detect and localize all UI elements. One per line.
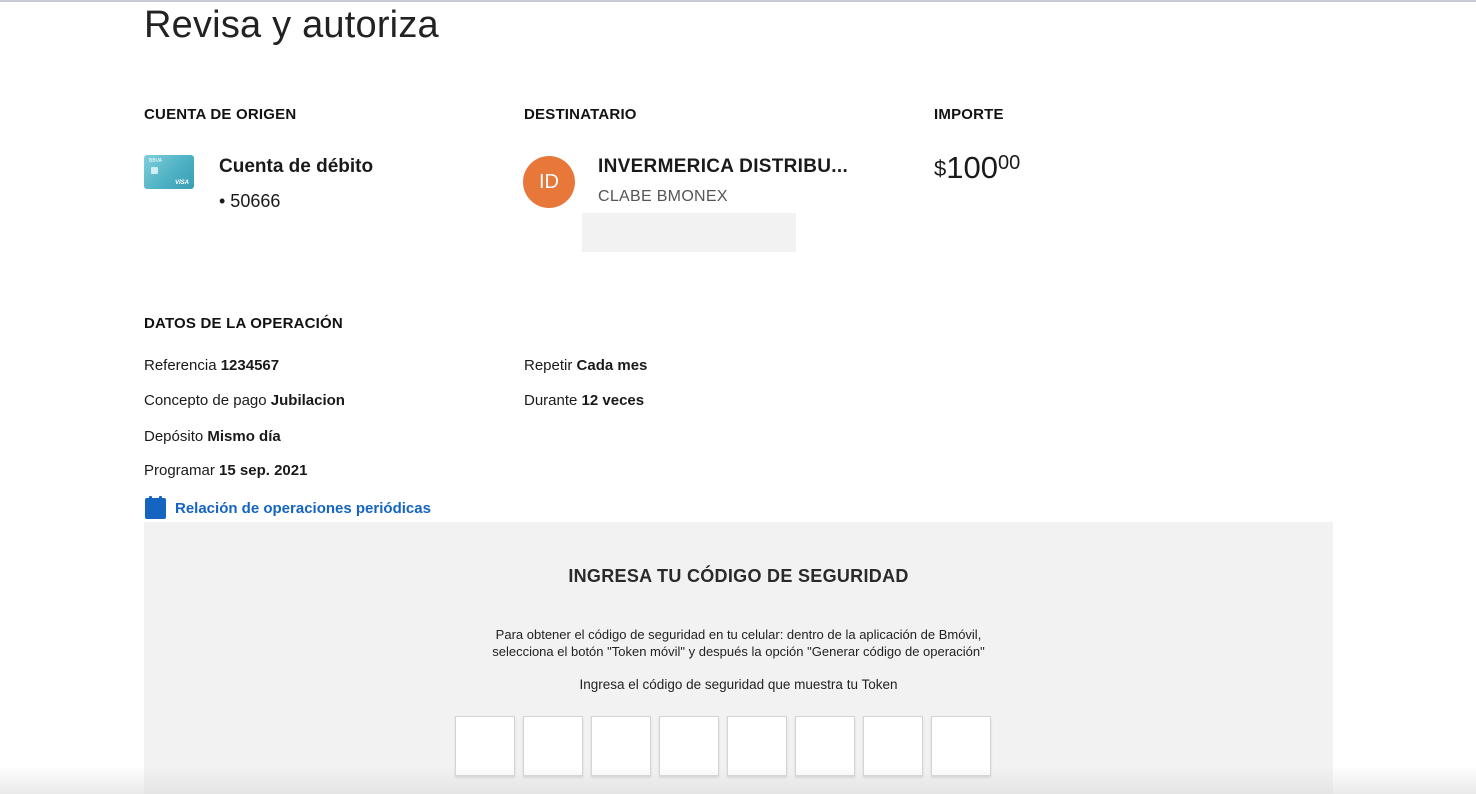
- security-instructions: Para obtener el código de seguridad en t…: [144, 626, 1333, 660]
- calendar-icon: [145, 496, 166, 519]
- operation-row-deposit: Depósito Mismo día: [144, 428, 281, 445]
- origin-account-name: Cuenta de débito: [219, 156, 374, 177]
- card-logo: BBVA: [149, 158, 162, 164]
- row-value: 1234567: [220, 357, 280, 374]
- recipient-name: INVERMERICA DISTRIBU...: [598, 156, 849, 177]
- operation-row-schedule: Programar 15 sep. 2021: [144, 462, 307, 479]
- row-label: Concepto de pago: [144, 392, 267, 409]
- recipient-avatar: ID: [523, 156, 575, 208]
- recipient-initials: ID: [539, 170, 559, 193]
- row-value: 12 veces: [581, 392, 645, 409]
- recipient-header: DESTINATARIO: [524, 106, 637, 123]
- row-label: Durante: [524, 392, 578, 409]
- card-brand: VISA: [174, 180, 189, 186]
- code-digit-8[interactable]: [931, 716, 991, 776]
- code-digit-5[interactable]: [727, 716, 787, 776]
- row-label: Depósito: [144, 428, 204, 445]
- row-label: Referencia: [144, 357, 217, 374]
- row-value: Mismo día: [207, 428, 281, 445]
- code-digit-6[interactable]: [795, 716, 855, 776]
- operation-row-reference: Referencia 1234567: [144, 357, 279, 374]
- code-digit-7[interactable]: [863, 716, 923, 776]
- security-title: INGRESA TU CÓDIGO DE SEGURIDAD: [568, 566, 909, 586]
- amount-header: IMPORTE: [934, 106, 1004, 123]
- code-digit-1[interactable]: [455, 716, 515, 776]
- origin-header: CUENTA DE ORIGEN: [144, 106, 297, 123]
- debit-card-icon: BBVA VISA: [144, 155, 194, 189]
- security-prompt: Ingresa el código de seguridad que muest…: [579, 677, 898, 692]
- periodic-operations-label: Relación de operaciones periódicas: [175, 500, 431, 517]
- operation-row-concept: Concepto de pago Jubilacion: [144, 392, 345, 409]
- amount-integer: 100: [946, 150, 998, 185]
- code-digit-3[interactable]: [591, 716, 651, 776]
- security-instruction-line-1: Para obtener el código de seguridad en t…: [495, 627, 982, 642]
- row-label: Programar: [144, 462, 215, 479]
- origin-account-number: • 50666: [219, 191, 281, 211]
- row-value: Jubilacion: [270, 392, 345, 409]
- amount-value: $10000: [934, 150, 1020, 186]
- top-border: [0, 0, 1476, 2]
- recipient-account-type: CLABE BMONEX: [598, 188, 728, 205]
- amount-decimals: 00: [997, 152, 1021, 174]
- operation-row-repeat: Repetir Cada mes: [524, 357, 647, 374]
- security-code-panel: INGRESA TU CÓDIGO DE SEGURIDAD Para obte…: [144, 522, 1333, 794]
- page-title: Revisa y autoriza: [144, 4, 439, 46]
- security-code-inputs: [455, 716, 991, 776]
- code-digit-2[interactable]: [523, 716, 583, 776]
- row-label: Repetir: [524, 357, 573, 374]
- security-instruction-line-2: selecciona el botón "Token móvil" y desp…: [492, 644, 985, 659]
- operation-header: DATOS DE LA OPERACIÓN: [144, 315, 343, 332]
- amount-currency: $: [934, 156, 947, 181]
- card-chip: [151, 167, 158, 174]
- operation-row-duration: Durante 12 veces: [524, 392, 644, 409]
- row-value: Cada mes: [576, 357, 648, 374]
- code-digit-4[interactable]: [659, 716, 719, 776]
- periodic-operations-link[interactable]: Relación de operaciones periódicas: [145, 496, 431, 519]
- row-value: 15 sep. 2021: [219, 462, 308, 479]
- recipient-account-mask: [582, 213, 796, 252]
